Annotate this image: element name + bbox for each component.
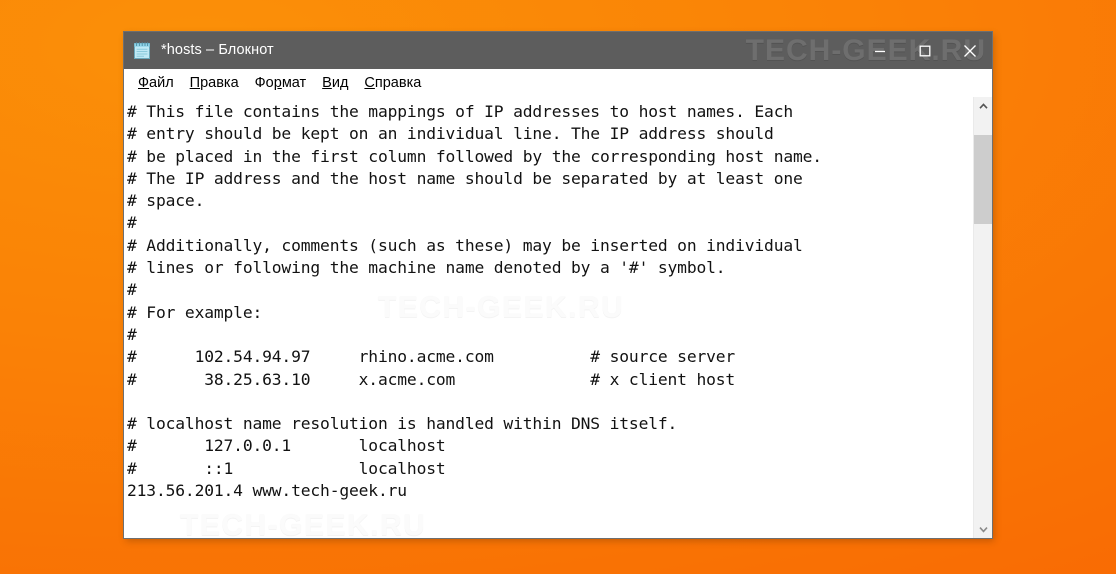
text-line: # 127.0.0.1 localhost [127,436,446,456]
menu-label-edit-post: равка [200,74,239,91]
text-line: # [127,280,137,300]
text-line: # lines or following the machine name de… [127,258,726,278]
text-line: # The IP address and the host name shoul… [127,168,803,188]
window-title: *hosts – Блокнот [161,42,274,59]
menu-item-edit[interactable]: Правка [182,73,247,93]
text-line: # 38.25.63.10 x.acme.com # x client host [127,369,736,389]
hosts-file-content: # This file contains the mappings of IP … [127,101,973,502]
menu-accel-file: Ф [138,74,150,91]
notepad-window: TECH-GEEK.RU *hosts – Блокнот Файл Правк… [124,32,992,538]
minimize-button[interactable] [857,32,902,69]
title-bar-left-group: *hosts – Блокнот [124,41,274,60]
text-line: # entry should be kept on an individual … [127,124,774,144]
text-line: # [127,213,137,233]
menu-item-format[interactable]: Формат [247,73,315,93]
notepad-icon [133,41,152,60]
text-line [127,391,973,413]
text-line: 213.56.201.4 www.tech-geek.ru [127,481,407,501]
menu-label-help-post: правка [374,74,422,91]
menu-bar: Файл Правка Формат Вид Справка [124,69,992,96]
scroll-down-button[interactable] [974,520,992,538]
chevron-down-icon [978,526,988,533]
window-controls [857,32,992,69]
scrollbar-thumb[interactable] [974,135,992,224]
text-editor[interactable]: TECH-GEEK.RU TECH-GEEK.RU # This file co… [124,97,973,538]
menu-item-file[interactable]: Файл [130,73,182,93]
text-line: # This file contains the mappings of IP … [127,102,793,121]
menu-accel-edit: П [189,74,201,91]
close-button[interactable] [947,32,992,69]
vertical-scrollbar[interactable] [973,97,992,538]
menu-accel-view: В [322,74,332,91]
menu-label-format-post: мат [281,74,307,91]
menu-label-format-pre: Фо [254,74,274,91]
text-line: # Additionally, comments (such as these)… [127,235,803,255]
chevron-up-icon [978,102,988,109]
menu-item-help[interactable]: Справка [356,73,429,93]
menu-label-view-post: ид [331,74,349,91]
scroll-up-button[interactable] [974,97,992,115]
text-line: # be placed in the first column followed… [127,146,822,166]
text-line: # ::1 localhost [127,458,446,478]
menu-accel-format: р [273,74,282,91]
close-icon [963,44,976,57]
menu-accel-help: С [364,74,375,91]
scrollbar-track[interactable] [974,115,992,520]
title-bar[interactable]: TECH-GEEK.RU *hosts – Блокнот [124,32,992,69]
text-line: # 102.54.94.97 rhino.acme.com # source s… [127,347,736,367]
text-line: # [127,324,137,344]
minimize-icon [874,50,885,52]
menu-label-file-post: айл [149,74,174,91]
maximize-button[interactable] [902,32,947,69]
editor-watermark-lower: TECH-GEEK.RU [180,509,427,538]
text-line: # For example: [127,302,263,322]
text-line: # localhost name resolution is handled w… [127,414,678,434]
editor-area: TECH-GEEK.RU TECH-GEEK.RU # This file co… [124,96,992,538]
maximize-icon [919,45,930,56]
menu-item-view[interactable]: Вид [314,73,356,93]
text-line: # space. [127,191,205,211]
desktop-background: TECH-GEEK.RU *hosts – Блокнот Файл Правк… [0,0,1116,574]
